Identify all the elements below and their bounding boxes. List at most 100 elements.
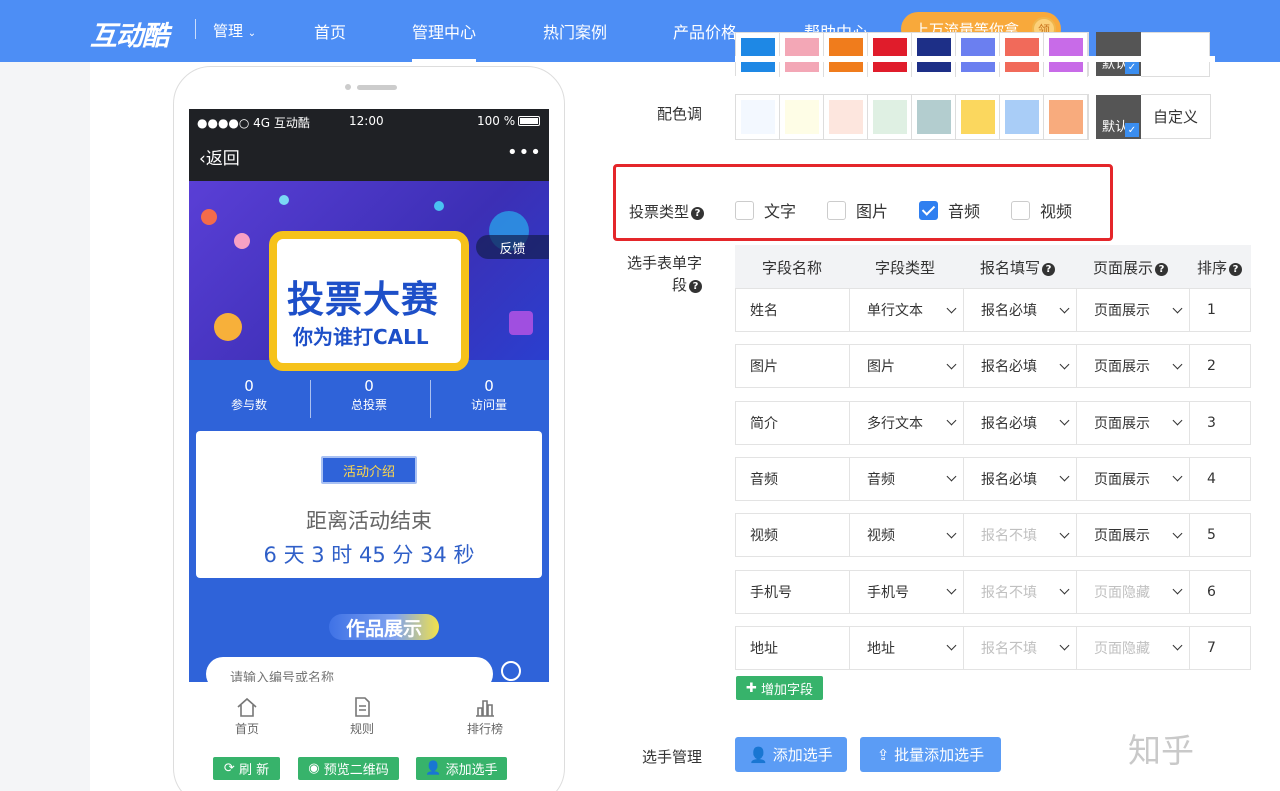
color-swatch[interactable] [736, 95, 780, 139]
vote-type-video-checkbox[interactable]: 视频 [1011, 198, 1072, 222]
nav-manage-dropdown[interactable]: 管理 ⌄ [213, 20, 256, 41]
custom-color-button[interactable]: 自定义 [1141, 94, 1211, 139]
color-swatch[interactable] [912, 95, 956, 139]
color-swatch[interactable] [1044, 95, 1088, 139]
tab-ranking[interactable]: 排行榜 [455, 696, 515, 737]
field-order-cell[interactable]: 6 [1190, 571, 1250, 613]
col-order-text: 排序 [1197, 259, 1228, 277]
tab-label: 首页 [234, 722, 259, 736]
field-fill-select[interactable]: 报名必填 [964, 401, 1077, 444]
help-icon[interactable]: ? [691, 207, 704, 220]
help-icon[interactable]: ? [1042, 263, 1056, 276]
help-icon[interactable]: ? [689, 280, 702, 293]
field-fill-select[interactable]: 报名不填 [964, 626, 1077, 669]
table-header: 字段名称 字段类型 报名填写? 页面展示? 排序? [735, 245, 1251, 288]
nav-pricing[interactable]: 产品价格 [673, 19, 737, 43]
field-show-select[interactable]: 页面展示 [1077, 401, 1190, 444]
field-type-select[interactable]: 图片 [850, 345, 964, 388]
field-fill-select[interactable]: 报名不填 [964, 570, 1077, 613]
help-icon[interactable]: ? [1229, 263, 1243, 276]
color-default-swatch[interactable]: 默认 ✓ [1096, 95, 1141, 139]
field-show-select[interactable]: 页面隐藏 [1077, 626, 1190, 669]
field-order-cell[interactable]: 1 [1190, 289, 1250, 331]
tab-home[interactable]: 首页 [217, 696, 277, 737]
help-icon[interactable]: ? [1155, 263, 1169, 276]
tab-rules[interactable]: 规则 [332, 696, 392, 737]
field-fill-select[interactable]: 报名不填 [964, 514, 1077, 557]
theme-swatch[interactable] [868, 33, 912, 77]
back-button[interactable]: ‹返回 [199, 144, 240, 169]
feedback-button[interactable]: 反馈 [476, 235, 549, 259]
theme-swatch[interactable] [1000, 33, 1044, 77]
button-label: 预览二维码 [323, 763, 389, 778]
field-show-select[interactable]: 页面隐藏 [1077, 570, 1190, 613]
cell-value: 页面展示 [1094, 303, 1150, 319]
vote-type-text-checkbox[interactable]: 文字 [735, 198, 796, 222]
more-icon[interactable]: ••• [507, 142, 542, 163]
field-type-select[interactable]: 单行文本 [850, 289, 964, 331]
chevron-down-icon [1172, 303, 1183, 313]
theme-swatch[interactable] [912, 33, 956, 77]
logo[interactable]: 互动酷 [90, 14, 169, 53]
theme-swatch-row [735, 32, 1089, 77]
status-battery: 100 % [477, 114, 541, 128]
color-swatch[interactable] [824, 95, 868, 139]
add-field-button[interactable]: ✚ 增加字段 [736, 676, 823, 700]
field-fill-select[interactable]: 报名必填 [964, 289, 1077, 331]
color-swatch[interactable] [956, 95, 1000, 139]
field-show-select[interactable]: 页面展示 [1077, 514, 1190, 557]
nav-overlap-mask [735, 56, 1215, 62]
field-order-cell[interactable]: 5 [1190, 514, 1250, 556]
checkbox-label: 音频 [948, 202, 981, 221]
field-show-select[interactable]: 页面展示 [1077, 345, 1190, 388]
theme-swatch[interactable] [824, 33, 868, 77]
swatch-color [784, 100, 819, 134]
field-fill-select[interactable]: 报名必填 [964, 457, 1077, 500]
chevron-down-icon [946, 640, 957, 651]
cell-value: 页面隐藏 [1094, 584, 1150, 601]
nav-management-center[interactable]: 管理中心 [412, 19, 476, 43]
stat-total-votes: 0 总投票 [309, 377, 429, 413]
theme-swatch[interactable] [956, 33, 1000, 77]
field-type-select[interactable]: 地址 [850, 626, 964, 669]
field-order-cell[interactable]: 2 [1190, 345, 1250, 387]
nav-hot-cases[interactable]: 热门案例 [543, 19, 607, 43]
color-swatch[interactable] [780, 95, 824, 139]
field-type-select[interactable]: 视频 [850, 514, 964, 557]
chevron-down-icon [1172, 415, 1183, 426]
add-player-button[interactable]: 👤 添加选手 [735, 737, 847, 772]
cell-value: 页面展示 [1094, 359, 1150, 376]
field-fill-select[interactable]: 报名必填 [964, 345, 1077, 388]
form-fields-label: 选手表单字段? [620, 252, 702, 296]
preview-qrcode-button[interactable]: ◉ 预览二维码 [298, 757, 399, 780]
nav-home[interactable]: 首页 [314, 19, 346, 43]
status-time: 12:00 [349, 114, 384, 128]
field-show-select[interactable]: 页面展示 [1077, 457, 1190, 500]
field-order-cell[interactable]: 3 [1190, 402, 1250, 444]
color-swatch[interactable] [1000, 95, 1044, 139]
phone-add-player-button[interactable]: 👤 添加选手 [416, 757, 507, 780]
batch-add-player-button[interactable]: ⇪ 批量添加选手 [860, 737, 1001, 772]
phone-status-bar: ●●●●○ 4G 互动酷 12:00 100 % ‹返回 ••• [189, 109, 549, 181]
theme-swatch[interactable] [780, 33, 824, 77]
search-input[interactable] [206, 657, 493, 682]
field-order-cell[interactable]: 4 [1190, 458, 1250, 500]
banner-deco [214, 313, 242, 341]
works-heading: 作品展示 [329, 614, 439, 640]
refresh-button[interactable]: ⟳ 刷 新 [213, 757, 280, 780]
search-icon[interactable] [501, 661, 521, 681]
cell-value: 报名不填 [981, 584, 1037, 601]
theme-swatch[interactable] [736, 33, 780, 77]
color-swatch[interactable] [868, 95, 912, 139]
theme-default-swatch[interactable]: 默认 ✓ [1096, 32, 1141, 76]
theme-swatch[interactable] [1044, 33, 1088, 77]
field-type-select[interactable]: 音频 [850, 457, 964, 500]
vote-type-image-checkbox[interactable]: 图片 [827, 198, 888, 222]
field-type-select[interactable]: 手机号 [850, 570, 964, 613]
cell-value: 1 [1207, 302, 1216, 318]
battery-percent: 100 % [477, 114, 516, 128]
field-type-select[interactable]: 多行文本 [850, 401, 964, 444]
field-order-cell[interactable]: 7 [1190, 627, 1250, 669]
vote-type-audio-checkbox[interactable]: 音频 [919, 198, 980, 222]
field-show-select[interactable]: 页面展示 [1077, 289, 1190, 331]
